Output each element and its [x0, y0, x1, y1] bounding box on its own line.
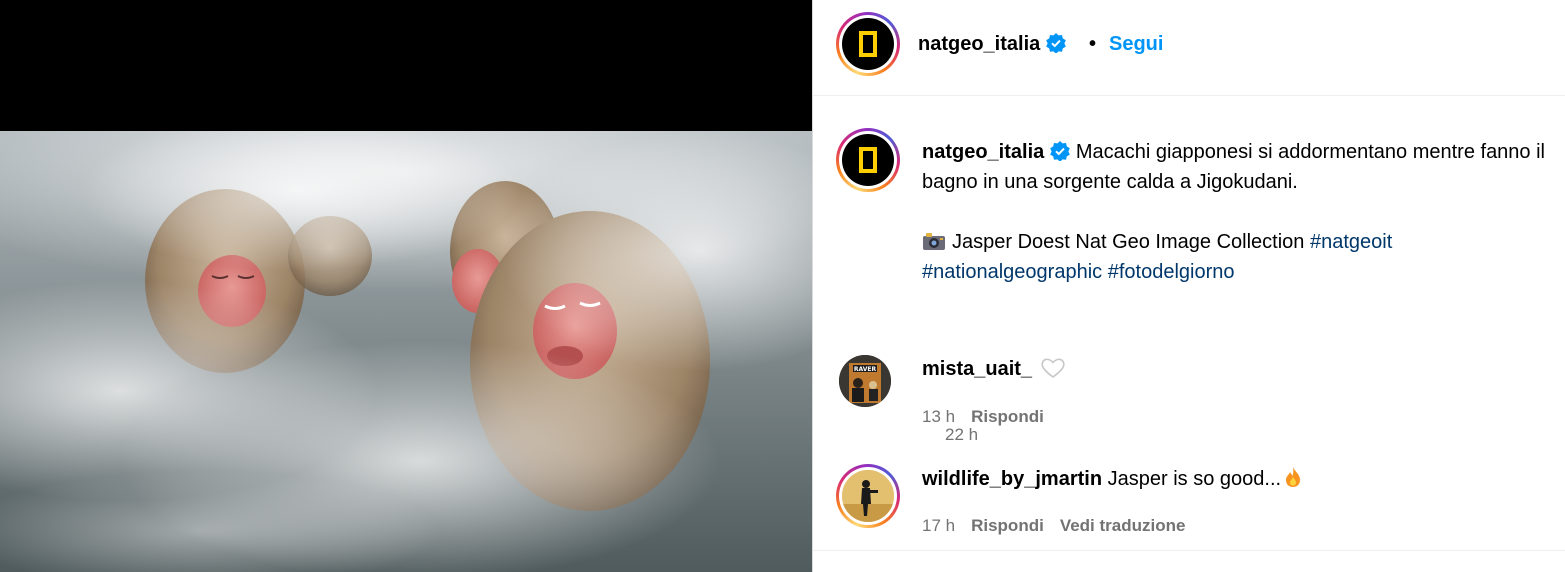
post-photo[interactable] — [0, 131, 812, 572]
author-username-link[interactable]: natgeo_italia — [918, 33, 1067, 56]
follow-button[interactable]: Segui — [1109, 33, 1163, 56]
comment-line: mista_uait_ — [922, 357, 1066, 381]
see-translation-button[interactable]: Vedi traduzione — [1060, 516, 1186, 535]
author-username[interactable]: natgeo_italia — [918, 33, 1040, 55]
post-side-panel: natgeo_italia • Segui natgeo_italia Maca… — [813, 0, 1565, 572]
hashtag-link[interactable]: #natgeoit — [1310, 231, 1392, 253]
hashtag-link[interactable]: #fotodelgiorno — [1108, 261, 1235, 283]
natgeo-logo-icon — [842, 18, 894, 70]
heart-outline-icon — [1041, 358, 1065, 378]
caption-credit: Jasper Doest Nat Geo Image Collection #n… — [922, 227, 1562, 287]
verified-badge-icon — [1046, 33, 1067, 53]
post-timestamp[interactable]: 22 h — [945, 425, 978, 445]
natgeo-logo-icon — [842, 134, 894, 186]
comment-text: Jasper is so good... — [1107, 468, 1282, 490]
commenter-avatar[interactable]: RAVER — [839, 355, 891, 407]
hashtag-link[interactable]: #nationalgeographic — [922, 261, 1102, 283]
commenter-avatar[interactable] — [836, 464, 900, 528]
snow-monkeys-image — [0, 131, 812, 572]
camera-emoji-icon — [923, 233, 945, 250]
avatar-raver-text: RAVER — [854, 366, 877, 373]
caption-body: natgeo_italia Macachi giapponesi si addo… — [922, 137, 1562, 287]
comment-time[interactable]: 13 h — [922, 407, 955, 426]
comment-meta: 17 h Rispondi Vedi traduzione — [922, 516, 1201, 536]
reply-button[interactable]: Rispondi — [971, 516, 1044, 535]
raver-avatar-image: RAVER — [839, 355, 891, 407]
caption-username[interactable]: natgeo_italia — [922, 141, 1044, 163]
credit-text: Jasper Doest Nat Geo Image Collection — [952, 231, 1305, 253]
verified-badge-icon — [1050, 141, 1071, 161]
comment-username[interactable]: wildlife_by_jmartin — [922, 468, 1102, 490]
post-media[interactable] — [0, 0, 812, 572]
comment-meta: 13 h Rispondi — [922, 407, 1060, 427]
post-header: natgeo_italia • Segui — [813, 0, 1565, 96]
section-divider — [813, 550, 1565, 551]
fire-emoji-icon — [1286, 467, 1301, 487]
media-letterbox — [0, 0, 812, 131]
reply-button[interactable]: Rispondi — [971, 407, 1044, 426]
photographer-avatar-image — [842, 470, 894, 522]
author-avatar[interactable] — [836, 12, 900, 76]
separator-dot: • — [1089, 33, 1097, 55]
comment-line: wildlife_by_jmartin Jasper is so good... — [922, 466, 1302, 491]
caption-author-avatar[interactable] — [836, 128, 900, 192]
comment-time[interactable]: 17 h — [922, 516, 955, 535]
comment-username[interactable]: mista_uait_ — [922, 358, 1032, 380]
